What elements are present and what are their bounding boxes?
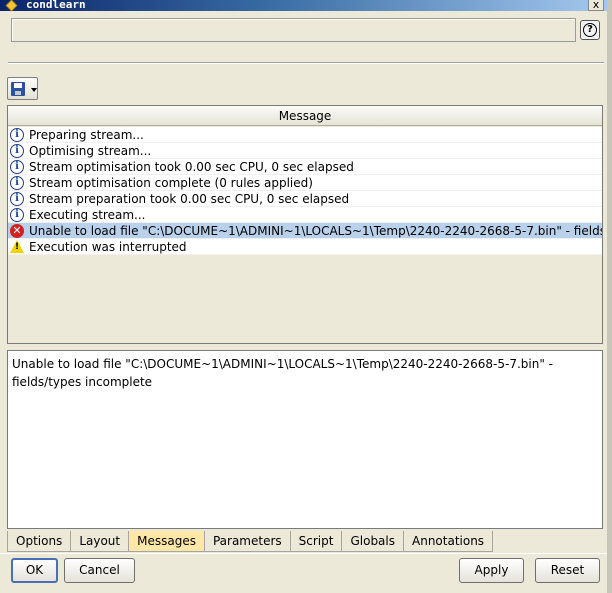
title-bar: condlearn x [0, 0, 612, 12]
info-icon: i [10, 192, 24, 206]
message-row[interactable]: i Stream optimisation took 0.00 sec CPU,… [8, 159, 602, 175]
reset-button[interactable]: Reset [535, 558, 600, 583]
tab-annotations[interactable]: Annotations [403, 531, 494, 552]
message-text: Stream preparation took 0.00 sec CPU, 0 … [29, 192, 350, 206]
window-title: condlearn [26, 0, 86, 11]
tab-options[interactable]: Options [7, 531, 72, 552]
close-icon[interactable]: x [588, 0, 604, 11]
chevron-down-icon[interactable] [31, 88, 37, 92]
tab-script[interactable]: Script [289, 531, 343, 552]
app-icon [5, 0, 18, 12]
message-row-selected[interactable]: ✕ Unable to load file "C:\DOCUME~1\ADMIN… [8, 223, 602, 239]
help-icon: ? [583, 23, 597, 37]
warning-mark: ! [15, 242, 20, 252]
error-icon: ✕ [10, 224, 24, 238]
ok-button[interactable]: OK [11, 558, 58, 583]
tab-bar: Options Layout Messages Parameters Scrip… [7, 531, 494, 552]
message-row[interactable]: ! Execution was interrupted [8, 239, 602, 255]
tab-messages[interactable]: Messages [128, 531, 205, 552]
message-column-header[interactable]: Message [8, 106, 602, 126]
info-icon: i [10, 128, 24, 142]
message-text: Preparing stream... [29, 128, 144, 142]
message-text: Stream optimisation complete (0 rules ap… [29, 176, 313, 190]
info-icon: i [10, 176, 24, 190]
help-button[interactable]: ? [580, 20, 600, 40]
message-text: Execution was interrupted [29, 240, 187, 254]
divider [8, 62, 604, 64]
window-edge [607, 0, 612, 593]
info-icon: i [10, 160, 24, 174]
apply-button[interactable]: Apply [459, 558, 524, 583]
message-text: Stream optimisation took 0.00 sec CPU, 0… [29, 160, 354, 174]
divider [0, 553, 612, 554]
message-list: i Preparing stream... i Optimising strea… [8, 127, 602, 255]
message-text: Executing stream... [29, 208, 146, 222]
message-detail[interactable]: Unable to load file "C:\DOCUME~1\ADMINI~… [7, 350, 603, 529]
floppy-disk-icon [11, 82, 25, 96]
tab-layout[interactable]: Layout [70, 531, 130, 552]
message-row[interactable]: i Preparing stream... [8, 127, 602, 143]
message-table: Message i Preparing stream... i Optimisi… [7, 105, 603, 344]
message-row[interactable]: i Stream preparation took 0.00 sec CPU, … [8, 191, 602, 207]
info-icon: i [10, 144, 24, 158]
message-text: Optimising stream... [29, 144, 152, 158]
message-row[interactable]: i Stream optimisation complete (0 rules … [8, 175, 602, 191]
save-button[interactable] [7, 77, 38, 100]
cancel-button[interactable]: Cancel [64, 558, 135, 583]
tab-parameters[interactable]: Parameters [203, 531, 291, 552]
tab-globals[interactable]: Globals [341, 531, 404, 552]
message-row[interactable]: i Optimising stream... [8, 143, 602, 159]
message-row[interactable]: i Executing stream... [8, 207, 602, 223]
message-text: Unable to load file "C:\DOCUME~1\ADMINI~… [29, 224, 602, 238]
info-icon: i [10, 208, 24, 222]
name-field[interactable] [11, 18, 576, 42]
